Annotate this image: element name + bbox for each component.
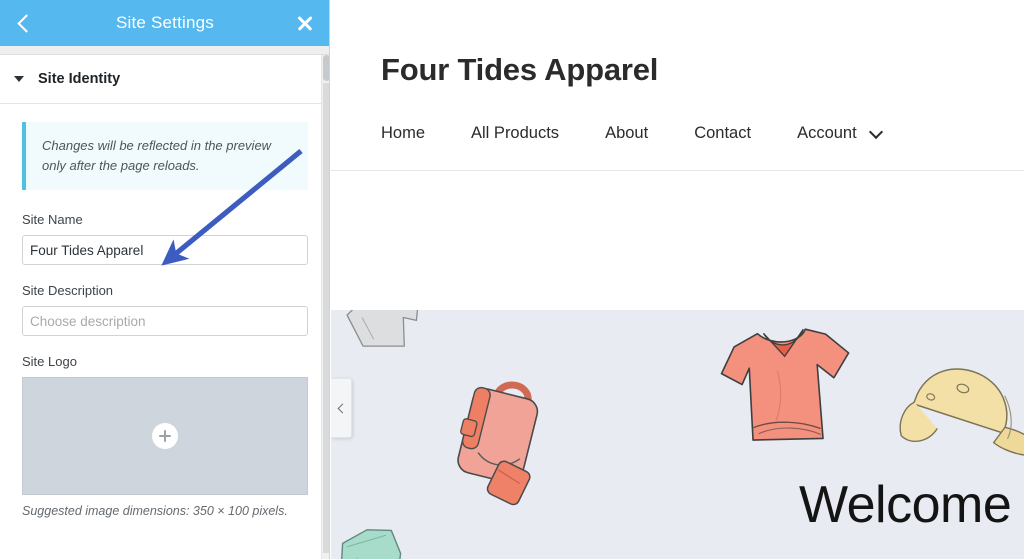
site-logo-dropzone[interactable] bbox=[22, 377, 308, 496]
site-description-input[interactable] bbox=[22, 306, 308, 337]
chevron-left-icon bbox=[337, 403, 347, 413]
hero-banner: Welcome bbox=[331, 310, 1024, 559]
chevron-down-icon bbox=[868, 124, 883, 139]
panel-title: Site Settings bbox=[115, 13, 215, 32]
section-header-site-identity[interactable]: Site Identity bbox=[0, 55, 330, 104]
notice-text: Changes will be reflected in the preview… bbox=[42, 138, 272, 174]
site-identity-panel: Changes will be reflected in the preview… bbox=[0, 104, 330, 518]
triangle-down-icon bbox=[14, 76, 24, 82]
site-logo-hint: Suggested image dimensions: 350 × 100 pi… bbox=[22, 504, 288, 519]
preview-site-nav: Home All Products About Contact Account bbox=[331, 88, 1024, 143]
mint-garment-illustration bbox=[340, 529, 402, 559]
site-name-label: Site Name bbox=[22, 212, 83, 228]
gray-garment-illustration bbox=[346, 310, 420, 347]
chevron-left-icon bbox=[17, 13, 36, 33]
site-name-input[interactable] bbox=[22, 235, 308, 266]
close-icon bbox=[296, 14, 314, 32]
nav-item-contact[interactable]: Contact bbox=[694, 124, 751, 143]
coral-tshirt-illustration bbox=[720, 328, 850, 441]
nav-item-account-label: Account bbox=[797, 124, 857, 142]
field-site-description: Site Description bbox=[22, 283, 308, 337]
plus-icon bbox=[152, 423, 178, 450]
sidebar-top-strip bbox=[0, 46, 330, 55]
customizer-screen: Four Tides Apparel Home All Products Abo… bbox=[0, 0, 1024, 559]
field-site-name: Site Name bbox=[22, 212, 308, 266]
site-logo-label: Site Logo bbox=[22, 354, 77, 370]
hero-heading: Welcome bbox=[799, 476, 1012, 534]
customizer-sidebar: Site Settings Site Identity Changes will… bbox=[0, 0, 330, 559]
nav-item-account[interactable]: Account bbox=[797, 124, 883, 143]
sidebar-edge bbox=[329, 0, 330, 559]
close-button[interactable] bbox=[282, 0, 328, 46]
field-site-logo: Site Logo Suggested image dimensions: 35… bbox=[22, 354, 308, 518]
nav-item-all-products[interactable]: All Products bbox=[471, 124, 559, 143]
sidebar-scroll-region[interactable]: Site Identity Changes will be reflected … bbox=[0, 55, 330, 559]
customizer-header: Site Settings bbox=[0, 0, 330, 46]
nav-item-about[interactable]: About bbox=[605, 124, 648, 143]
site-description-label: Site Description bbox=[22, 283, 114, 299]
nav-divider bbox=[331, 170, 1024, 171]
section-header-label: Site Identity bbox=[38, 71, 121, 87]
coral-backpack-illustration bbox=[457, 381, 539, 506]
yellow-cap-illustration bbox=[899, 368, 1024, 456]
back-button[interactable] bbox=[2, 0, 48, 46]
preview-reload-notice: Changes will be reflected in the preview… bbox=[22, 122, 308, 191]
preview-collapse-handle[interactable] bbox=[331, 378, 352, 438]
site-preview-pane: Four Tides Apparel Home All Products Abo… bbox=[331, 0, 1024, 559]
nav-item-home[interactable]: Home bbox=[381, 124, 425, 143]
preview-site-title: Four Tides Apparel bbox=[381, 52, 659, 87]
